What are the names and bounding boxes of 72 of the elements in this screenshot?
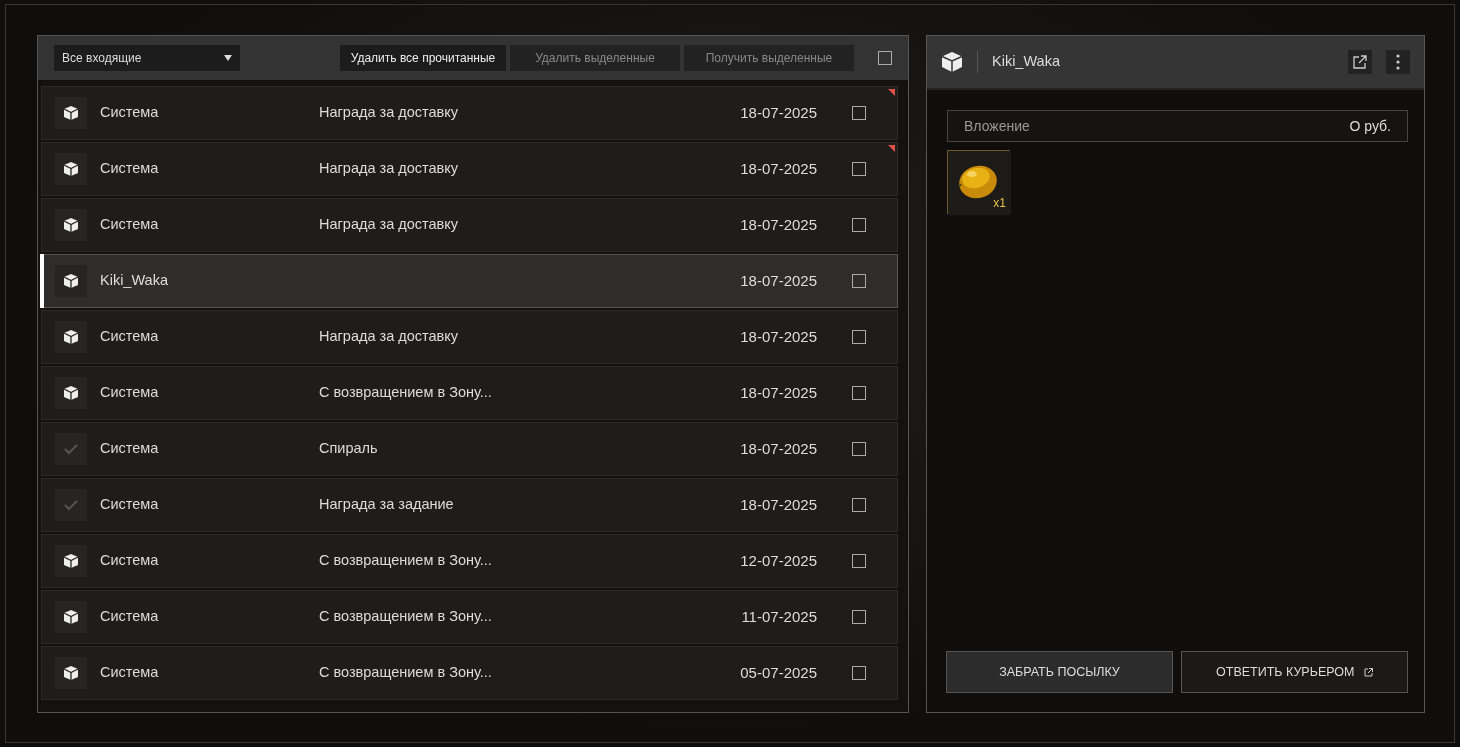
sender-name: Система: [100, 216, 159, 233]
message-row[interactable]: Система С возвращением в Зону... 18-07-2025: [41, 366, 898, 420]
row-checkbox[interactable]: [852, 218, 866, 232]
sender-name: Система: [100, 328, 159, 345]
message-date: 18-07-2025: [740, 327, 817, 345]
message-date: 18-07-2025: [740, 271, 817, 289]
message-title: Kiki_Waka: [992, 52, 1061, 72]
row-checkbox[interactable]: [852, 610, 866, 624]
message-date: 18-07-2025: [740, 439, 817, 457]
sender-name: Система: [100, 440, 159, 457]
message-row[interactable]: Система С возвращением в Зону... 11-07-2025: [41, 590, 898, 644]
message-row[interactable]: Система Награда за доставку 18-07-2025: [41, 86, 898, 140]
row-checkbox[interactable]: [852, 554, 866, 568]
message-subject: Награда за доставку: [319, 104, 459, 121]
row-checkbox[interactable]: [852, 106, 866, 120]
sender-name: Система: [100, 160, 159, 177]
message-subject: Награда за доставку: [319, 328, 459, 345]
attachment-value: О руб.: [1349, 116, 1391, 136]
more-icon: [1396, 54, 1400, 70]
message-row[interactable]: Система Награда за доставку 18-07-2025: [41, 198, 898, 252]
message-subject: Награда за доставку: [319, 216, 459, 233]
action-button[interactable]: ОТВЕТИТЬ КУРЬЕРОМ: [1181, 651, 1408, 693]
filter-dropdown[interactable]: Все входящие: [54, 45, 240, 71]
message-row[interactable]: Система С возвращением в Зону... 12-07-2025: [41, 534, 898, 588]
message-subject: С возвращением в Зону...: [319, 608, 492, 625]
message-date: 18-07-2025: [740, 215, 817, 233]
row-checkbox[interactable]: [852, 386, 866, 400]
message-subject: С возвращением в Зону...: [319, 552, 492, 569]
message-row[interactable]: Система Награда за доставку 18-07-2025: [41, 142, 898, 196]
row-checkbox[interactable]: [852, 162, 866, 176]
external-link-icon: [1363, 667, 1373, 677]
message-subject: Награда за задание: [319, 496, 454, 513]
message-date: 11-07-2025: [741, 607, 817, 625]
external-link-button[interactable]: [1348, 50, 1372, 74]
message-date: 05-07-2025: [740, 663, 817, 681]
sender-name: Система: [100, 552, 159, 569]
row-checkbox[interactable]: [852, 442, 866, 456]
toolbar-button[interactable]: Удалить все прочитанные: [340, 45, 506, 71]
more-button[interactable]: [1386, 50, 1410, 74]
row-checkbox[interactable]: [852, 330, 866, 344]
message-subject: С возвращением в Зону...: [319, 664, 492, 681]
message-date: 18-07-2025: [740, 159, 817, 177]
select-all-checkbox[interactable]: [878, 51, 892, 65]
message-subject: Спираль: [319, 440, 378, 457]
item-count: x1: [993, 195, 1006, 212]
message-row[interactable]: Система Награда за задание 18-07-2025: [41, 478, 898, 532]
row-checkbox[interactable]: [852, 274, 866, 288]
action-button[interactable]: ЗАБРАТЬ ПОСЫЛКУ: [946, 651, 1173, 693]
attachment-label: Вложение: [964, 116, 1030, 136]
filter-value: Все входящие: [62, 50, 142, 67]
row-checkbox[interactable]: [852, 666, 866, 680]
row-checkbox[interactable]: [852, 498, 866, 512]
caret-icon: [224, 55, 232, 61]
message-date: 12-07-2025: [740, 551, 817, 569]
message-row[interactable]: Система Награда за доставку 18-07-2025: [41, 310, 898, 364]
item-slot[interactable]: x1: [947, 150, 1010, 214]
message-subject: Награда за доставку: [319, 160, 459, 177]
message-date: 18-07-2025: [740, 495, 817, 513]
external-link-icon: [1353, 55, 1367, 69]
message-row[interactable]: Kiki_Waka 18-07-2025: [41, 254, 898, 308]
message-date: 18-07-2025: [740, 103, 817, 121]
sender-name: Система: [100, 104, 159, 121]
sender-name: Система: [100, 384, 159, 401]
parcel-icon: [941, 51, 963, 73]
sender-name: Kiki_Waka: [100, 272, 168, 289]
message-date: 18-07-2025: [740, 383, 817, 401]
sender-name: Система: [100, 496, 159, 513]
sender-name: Система: [100, 608, 159, 625]
message-row[interactable]: Система Спираль 18-07-2025: [41, 422, 898, 476]
message-subject: С возвращением в Зону...: [319, 384, 492, 401]
sender-name: Система: [100, 664, 159, 681]
message-row[interactable]: Система С возвращением в Зону... 05-07-2025: [41, 646, 898, 700]
